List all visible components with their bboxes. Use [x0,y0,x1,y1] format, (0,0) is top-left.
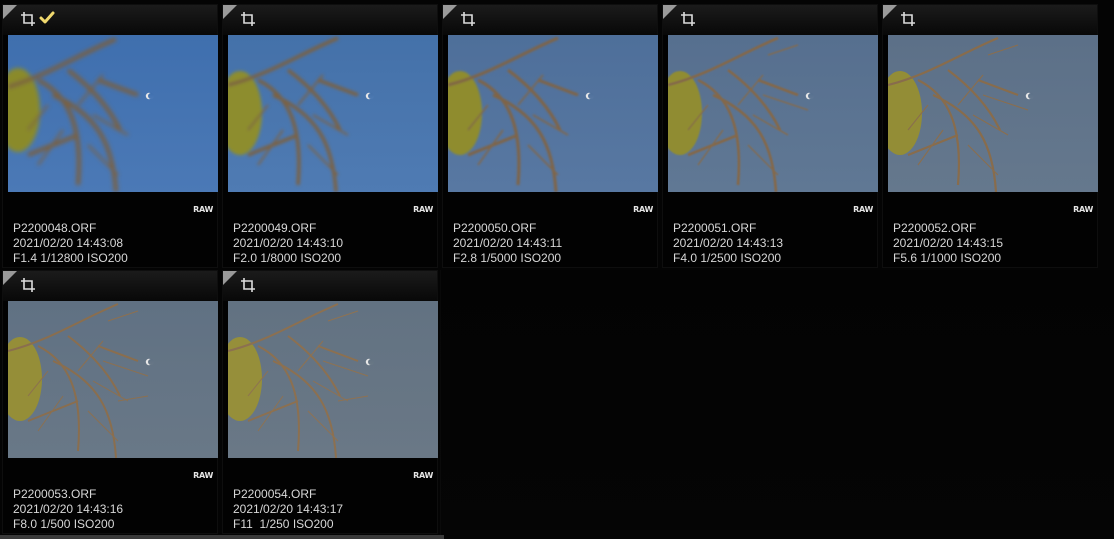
thumbnail-tile[interactable]: RAW P2200051.ORF 2021/02/20 14:43:13 F4.… [662,4,878,268]
corner-triangle-icon [883,5,897,19]
corner-triangle-icon [3,271,17,285]
tile-header [3,271,217,301]
crop-icon[interactable] [21,12,35,26]
photo-info: P2200053.ORF 2021/02/20 14:43:16 F8.0 1/… [13,487,123,532]
exposure-info: F5.6 1/1000 ISO200 [893,251,1002,265]
datetime: 2021/02/20 14:43:10 [233,236,344,250]
corner-triangle-icon [223,5,237,19]
tile-header [223,5,437,35]
empty-grid-area [440,270,1114,539]
datetime: 2021/02/20 14:43:16 [13,502,124,516]
filename: P2200050.ORF [453,221,537,235]
thumbnail-tile[interactable]: RAW P2200053.ORF 2021/02/20 14:43:16 F8.… [2,270,218,534]
crop-icon[interactable] [681,12,695,26]
thumbnail-tile[interactable]: RAW P2200054.ORF 2021/02/20 14:43:17 F11… [222,270,438,534]
check-icon [39,11,55,24]
crop-icon[interactable] [21,278,35,292]
tile-header [883,5,1097,35]
photo-info: P2200054.ORF 2021/02/20 14:43:17 F11 1/2… [233,487,343,532]
crop-icon[interactable] [461,12,475,26]
exposure-info: F2.8 1/5000 ISO200 [453,251,562,265]
photo-info: P2200051.ORF 2021/02/20 14:43:13 F4.0 1/… [673,221,783,266]
filename: P2200054.ORF [233,487,317,501]
photo-thumbnail[interactable] [228,301,438,458]
photo-info: P2200050.ORF 2021/02/20 14:43:11 F2.8 1/… [453,221,562,266]
raw-badge: RAW [193,205,213,214]
photo-thumbnail[interactable] [448,35,658,192]
tile-header [3,5,217,35]
datetime: 2021/02/20 14:43:08 [13,236,124,250]
thumbnail-grid: RAW P2200048.ORF 2021/02/20 14:43:08 F1.… [0,0,1114,539]
corner-triangle-icon [3,5,17,19]
raw-badge: RAW [193,471,213,480]
photo-thumbnail[interactable] [668,35,878,192]
thumbnail-tile[interactable]: RAW P2200050.ORF 2021/02/20 14:43:11 F2.… [442,4,658,268]
exposure-info: F11 1/250 ISO200 [233,517,334,531]
corner-triangle-icon [443,5,457,19]
raw-badge: RAW [633,205,653,214]
filename: P2200048.ORF [13,221,97,235]
datetime: 2021/02/20 14:43:15 [893,236,1004,250]
thumbnail-tile[interactable]: RAW P2200052.ORF 2021/02/20 14:43:15 F5.… [882,4,1098,268]
filename: P2200051.ORF [673,221,757,235]
exposure-info: F1.4 1/12800 ISO200 [13,251,128,265]
raw-badge: RAW [1073,205,1093,214]
photo-info: P2200052.ORF 2021/02/20 14:43:15 F5.6 1/… [893,221,1003,266]
horizontal-scrollbar[interactable] [0,535,444,539]
photo-thumbnail[interactable] [8,301,218,458]
filename: P2200052.ORF [893,221,977,235]
datetime: 2021/02/20 14:43:11 [453,236,563,250]
datetime: 2021/02/20 14:43:13 [673,236,784,250]
exposure-info: F8.0 1/500 ISO200 [13,517,115,531]
crop-icon[interactable] [241,12,255,26]
photo-thumbnail[interactable] [8,35,218,192]
thumbnail-tile[interactable]: RAW P2200049.ORF 2021/02/20 14:43:10 F2.… [222,4,438,268]
crop-icon[interactable] [241,278,255,292]
tile-header [663,5,877,35]
corner-triangle-icon [663,5,677,19]
raw-badge: RAW [413,471,433,480]
thumbnail-tile[interactable]: RAW P2200048.ORF 2021/02/20 14:43:08 F1.… [2,4,218,268]
datetime: 2021/02/20 14:43:17 [233,502,344,516]
crop-icon[interactable] [901,12,915,26]
photo-info: P2200048.ORF 2021/02/20 14:43:08 F1.4 1/… [13,221,128,266]
raw-badge: RAW [853,205,873,214]
tile-header [443,5,657,35]
tile-header [223,271,437,301]
exposure-info: F4.0 1/2500 ISO200 [673,251,782,265]
photo-info: P2200049.ORF 2021/02/20 14:43:10 F2.0 1/… [233,221,343,266]
filename: P2200049.ORF [233,221,317,235]
photo-thumbnail[interactable] [228,35,438,192]
exposure-info: F2.0 1/8000 ISO200 [233,251,342,265]
raw-badge: RAW [413,205,433,214]
photo-thumbnail[interactable] [888,35,1098,192]
filename: P2200053.ORF [13,487,97,501]
corner-triangle-icon [223,271,237,285]
